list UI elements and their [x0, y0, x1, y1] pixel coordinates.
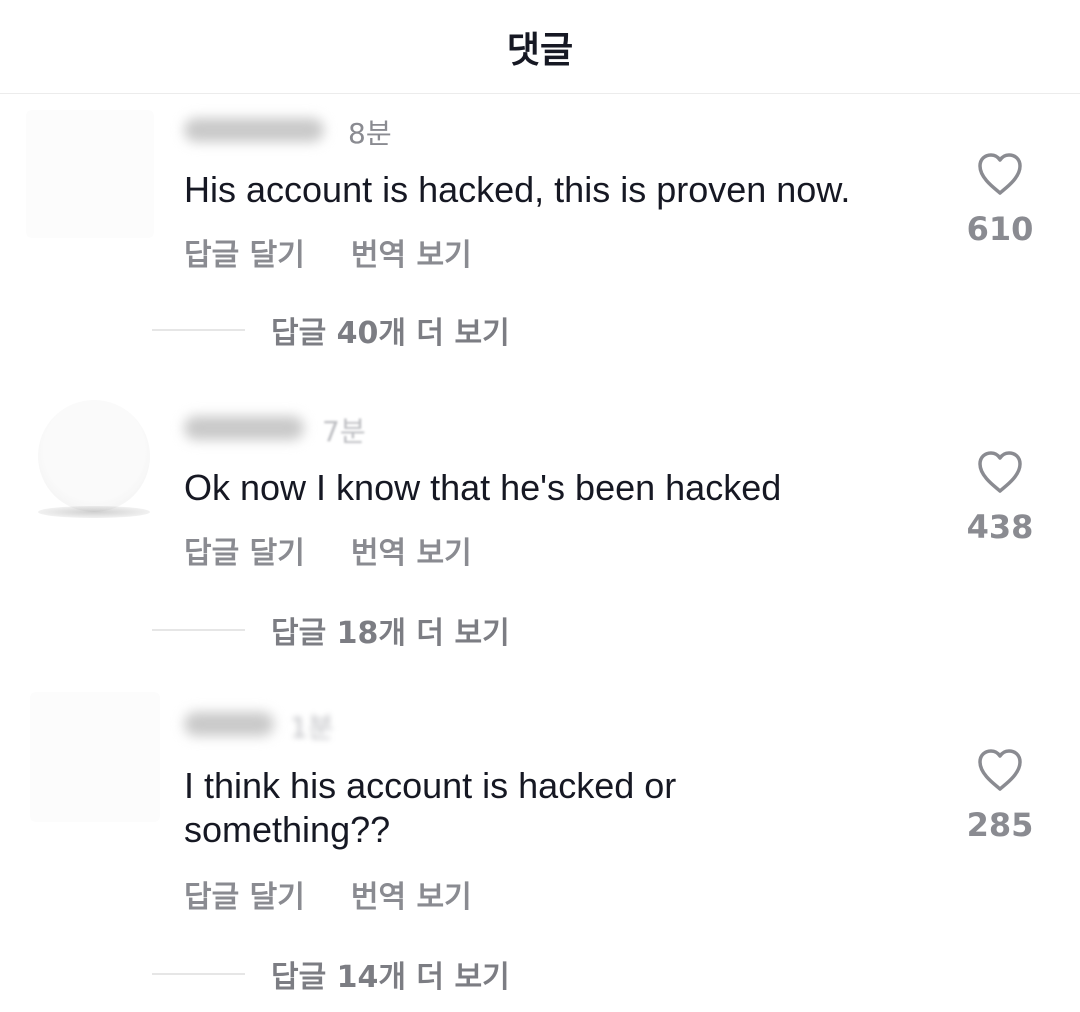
- comment-timestamp: 8분: [348, 117, 392, 150]
- comments-panel: 댓글 8분 His account is hacked, this is pro…: [0, 0, 1080, 1012]
- header-title: 댓글: [506, 29, 574, 71]
- translate-button[interactable]: 번역 보기: [351, 872, 472, 916]
- heart-icon[interactable]: [976, 450, 1024, 494]
- replies-divider: [152, 329, 245, 331]
- comment-actions: 답글 달기 번역 보기: [184, 528, 472, 572]
- reply-button[interactable]: 답글 달기: [184, 230, 305, 274]
- comments-header: 댓글: [0, 0, 1080, 94]
- view-more-replies-label[interactable]: 답글 14개 더 보기: [271, 952, 510, 996]
- comment-text: I think his account is hacked or somethi…: [184, 765, 677, 850]
- like-control: 438: [960, 450, 1040, 546]
- comment-text: Ok now I know that he's been hacked: [184, 467, 782, 508]
- replies-divider: [152, 629, 245, 631]
- username-blurred[interactable]: [184, 416, 304, 440]
- heart-icon[interactable]: [976, 748, 1024, 792]
- reply-button[interactable]: 답글 달기: [184, 528, 305, 572]
- heart-icon[interactable]: [976, 152, 1024, 196]
- replies-divider: [152, 973, 245, 975]
- view-more-replies[interactable]: 답글 40개 더 보기: [152, 308, 510, 352]
- avatar[interactable]: [38, 400, 150, 518]
- username-blurred[interactable]: [184, 712, 274, 736]
- view-more-replies-label[interactable]: 답글 18개 더 보기: [271, 608, 510, 652]
- comment-actions: 답글 달기 번역 보기: [184, 872, 472, 916]
- like-count: 610: [966, 210, 1034, 248]
- like-control: 285: [960, 748, 1040, 844]
- view-more-replies[interactable]: 답글 18개 더 보기: [152, 608, 510, 652]
- translate-button[interactable]: 번역 보기: [351, 230, 472, 274]
- avatar[interactable]: [26, 110, 154, 238]
- reply-button[interactable]: 답글 달기: [184, 872, 305, 916]
- translate-button[interactable]: 번역 보기: [351, 528, 472, 572]
- like-count: 438: [966, 508, 1034, 546]
- comment-timestamp: 1분: [290, 711, 334, 744]
- comment-timestamp: 7분: [322, 415, 366, 448]
- username-blurred[interactable]: [184, 118, 324, 142]
- avatar[interactable]: [30, 692, 160, 822]
- like-count: 285: [966, 806, 1034, 844]
- comment-text: His account is hacked, this is proven no…: [184, 169, 851, 210]
- view-more-replies[interactable]: 답글 14개 더 보기: [152, 952, 510, 996]
- avatar-shadow: [38, 506, 150, 518]
- like-control: 610: [960, 152, 1040, 248]
- view-more-replies-label[interactable]: 답글 40개 더 보기: [271, 308, 510, 352]
- comment-actions: 답글 달기 번역 보기: [184, 230, 472, 274]
